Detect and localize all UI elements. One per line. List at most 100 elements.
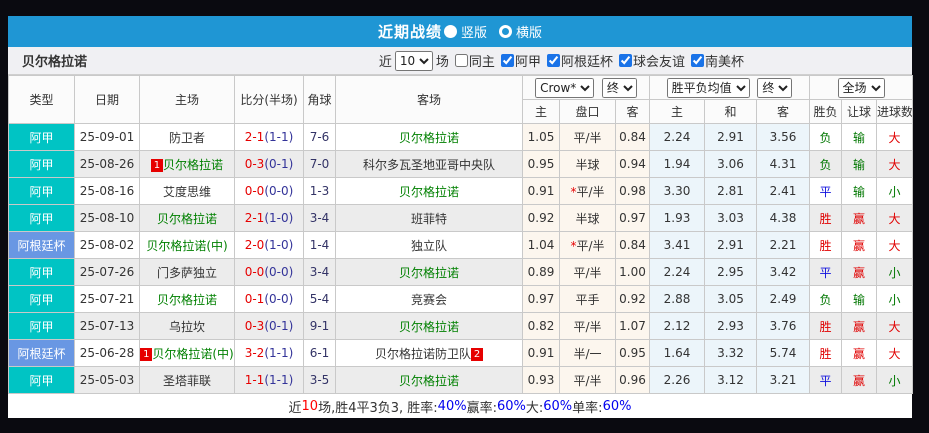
result-winloss: 胜 [809, 231, 842, 259]
radio-horizontal[interactable] [499, 25, 512, 38]
league-type-badge: 阿甲 [8, 123, 75, 151]
league-type-badge: 阿甲 [8, 177, 75, 205]
odds-company-select[interactable]: Crow* [535, 77, 595, 98]
home-team-cell: 1 贝尔格拉诺 [139, 150, 235, 178]
wdl-away-value: 4.31 [756, 150, 810, 178]
summary-segment: 近 [288, 400, 302, 416]
header-row-top: 类型 日期 主场 比分(半场) 角球 客场 Crow* 终 胜平负均值 终 全场 [8, 75, 914, 124]
checkbox-label: 南美杯 [704, 54, 744, 70]
checkbox-input[interactable] [618, 53, 632, 67]
checkbox-input[interactable] [690, 53, 704, 67]
result-goals: 大 [875, 231, 914, 259]
radio-horizontal-label[interactable]: 横版 [516, 22, 542, 41]
home-team-cell: 贝尔格拉诺(中) [139, 231, 235, 259]
fulltime-score: 0-0 [244, 184, 265, 198]
wdl-draw-value: 3.06 [704, 150, 757, 178]
odds-away-value: 1.07 [615, 312, 650, 340]
league-type-badge: 阿甲 [8, 204, 75, 232]
radio-vertical[interactable] [443, 25, 457, 38]
halftime-score: (1-0) [264, 238, 294, 252]
filter-checkbox[interactable]: 阿甲 [499, 51, 541, 70]
result-handicap: 输 [841, 177, 877, 205]
odds-away-value: 0.84 [615, 231, 650, 259]
wdl-draw-value: 3.05 [704, 285, 757, 313]
col-header-wdl-away: 客 [756, 99, 810, 124]
odds-home-value: 0.91 [522, 339, 560, 367]
summary-segment: 场,胜4平3负3, 胜率: [318, 400, 438, 416]
home-team-cell: 艾度思维 [139, 177, 235, 205]
panel: 近期战绩 竖版 横版 贝尔格拉诺 近 10 场 同主 阿甲 阿根廷杯 球会友谊 南美杯 [8, 16, 914, 418]
result-handicap: 赢 [841, 312, 877, 340]
col-header-date: 日期 [74, 75, 140, 124]
match-date: 25-05-03 [74, 366, 140, 394]
halftime-score: (0-1) [264, 157, 294, 171]
wdl-type-select[interactable]: 胜平负均值 [666, 77, 750, 98]
wdl-home-value: 3.30 [649, 177, 705, 205]
odds-away-value: 0.84 [615, 123, 650, 151]
team-label: 艾度思维 [162, 184, 211, 199]
team-label: 圣塔菲联 [162, 373, 211, 388]
score-cell: 2-0(1-0) [234, 231, 304, 259]
odds-home-value: 0.89 [522, 258, 560, 286]
fulltime-score: 2-1 [244, 211, 265, 225]
halftime-score: (0-1) [264, 319, 294, 333]
odds-handicap-value: 平/半 [559, 258, 616, 286]
score-cell: 0-0(0-0) [234, 177, 304, 205]
away-team-cell: 独立队 [335, 231, 523, 259]
league-type-badge: 阿甲 [8, 150, 75, 178]
result-handicap: 赢 [841, 231, 877, 259]
matches-table: 类型 日期 主场 比分(半场) 角球 客场 Crow* 终 胜平负均值 终 全场… [8, 75, 914, 394]
result-winloss: 平 [809, 366, 842, 394]
home-team-cell: 圣塔菲联 [139, 366, 235, 394]
checkbox-input[interactable] [454, 53, 468, 67]
checkbox-input[interactable] [546, 53, 560, 67]
col-header-result-wl: 胜负 [809, 99, 842, 124]
table-row: 阿甲 25-07-26 门多萨独立 0-0(0-0) 3-4 贝尔格拉诺 0.8… [8, 258, 914, 286]
filter-checkbox[interactable]: 同主 [453, 51, 495, 70]
checkbox-input[interactable] [500, 53, 514, 67]
filter-checkbox[interactable]: 阿根廷杯 [545, 51, 613, 70]
away-team-cell: 贝尔格拉诺 [335, 312, 523, 340]
wdl-home-value: 1.93 [649, 204, 705, 232]
team-label: 班菲特 [410, 211, 447, 226]
team-label: 独立队 [410, 238, 447, 253]
odds-away-value: 1.00 [615, 258, 650, 286]
table-row: 阿甲 25-09-01 防卫者 2-1(1-1) 7-6 贝尔格拉诺 1.05 … [8, 123, 914, 151]
filter-checkbox[interactable]: 球会友谊 [617, 51, 685, 70]
odds-home-value: 1.05 [522, 123, 560, 151]
summary-segment: 60% [496, 398, 526, 414]
halftime-score: (1-1) [264, 373, 294, 387]
radio-vertical-label[interactable]: 竖版 [461, 22, 487, 41]
home-team-cell: 贝尔格拉诺 [139, 285, 235, 313]
filter-checkbox[interactable]: 南美杯 [689, 51, 744, 70]
col-header-type: 类型 [8, 75, 75, 124]
corner-score: 3-4 [303, 204, 336, 232]
table-row: 阿甲 25-07-21 贝尔格拉诺 0-1(0-0) 5-4 竞赛会 0.97 … [8, 285, 914, 313]
away-team-cell: 班菲特 [335, 204, 523, 232]
fullmatch-select[interactable]: 全场 [837, 77, 885, 98]
fulltime-score: 1-1 [244, 373, 265, 387]
team-label: 贝尔格拉诺 [398, 265, 459, 280]
team-label: 贝尔格拉诺 [398, 319, 459, 334]
team-label: 竞赛会 [410, 292, 447, 307]
wdl-draw-value: 2.95 [704, 258, 757, 286]
table-row: 阿根廷杯 25-06-28 1 贝尔格拉诺(中) 3-2(1-1) 6-1 贝尔格… [8, 339, 914, 367]
wdl-away-value: 2.49 [756, 285, 810, 313]
corner-score: 9-1 [303, 312, 336, 340]
odds-time-select[interactable]: 终 [601, 77, 637, 98]
odds-home-value: 0.82 [522, 312, 560, 340]
wdl-time-select[interactable]: 终 [757, 77, 793, 98]
recent-count-select[interactable]: 10 [394, 50, 433, 71]
summary-segment: 单率: [572, 400, 603, 416]
wdl-home-value: 2.12 [649, 312, 705, 340]
wdl-home-value: 2.24 [649, 123, 705, 151]
halftime-score: (1-0) [264, 211, 294, 225]
col-header-away: 客场 [335, 75, 523, 124]
wdl-draw-value: 3.03 [704, 204, 757, 232]
wdl-selects-cell: 胜平负均值 终 [649, 75, 810, 100]
result-handicap: 赢 [841, 339, 877, 367]
corner-score: 6-1 [303, 339, 336, 367]
match-date: 25-08-16 [74, 177, 140, 205]
score-cell: 0-1(0-0) [234, 285, 304, 313]
odds-away-value: 0.96 [615, 366, 650, 394]
